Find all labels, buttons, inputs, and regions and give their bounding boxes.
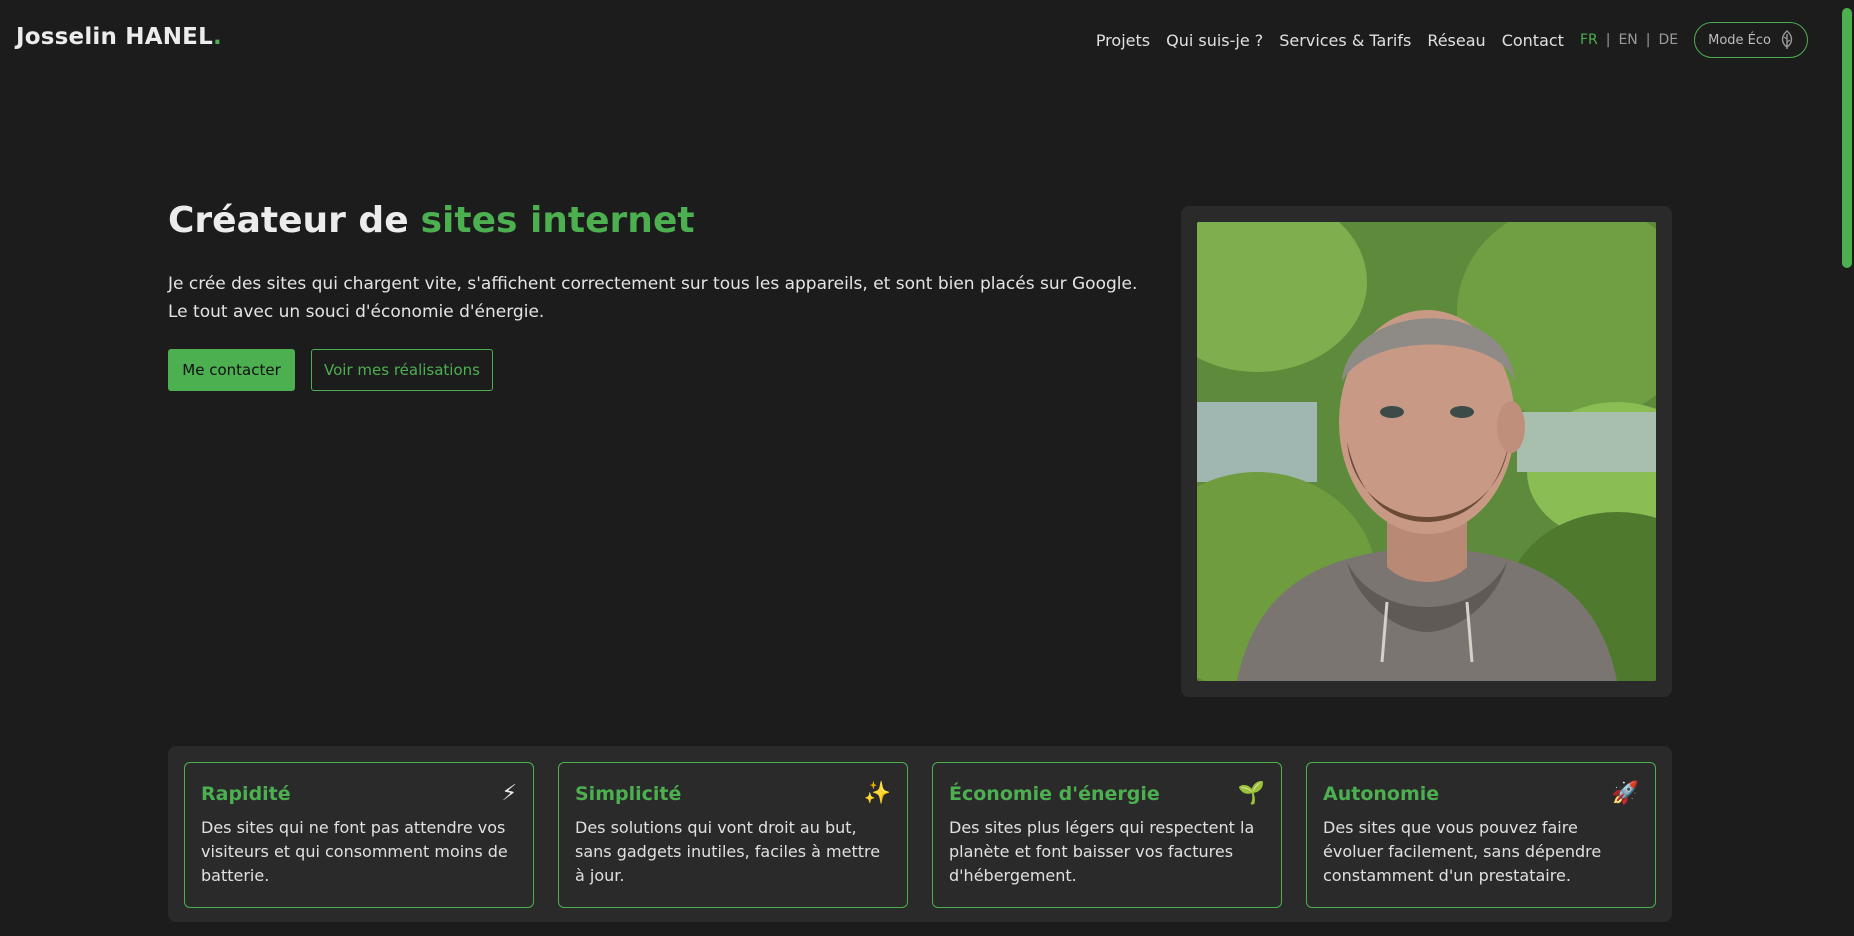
feature-card-economie-energie: Économie d'énergie 🌱 Des sites plus lége… — [932, 762, 1282, 908]
seedling-icon: 🌱 — [1237, 781, 1265, 806]
feature-title: Simplicité — [575, 782, 682, 805]
lang-separator: | — [1645, 32, 1651, 48]
logo-dot: . — [212, 24, 222, 50]
lang-en[interactable]: EN — [1618, 32, 1637, 48]
feature-card-simplicite: Simplicité ✨ Des solutions qui vont droi… — [558, 762, 908, 908]
feature-card-autonomie: Autonomie 🚀 Des sites que vous pouvez fa… — [1306, 762, 1656, 908]
scrollbar[interactable] — [1838, 0, 1854, 936]
portfolio-button[interactable]: Voir mes réalisations — [311, 349, 493, 391]
contact-button[interactable]: Me contacter — [168, 349, 295, 391]
hero-description: Je crée des sites qui chargent vite, s'a… — [168, 274, 1138, 322]
portrait-frame — [1181, 206, 1672, 697]
eco-mode-button[interactable]: Mode Éco — [1694, 22, 1808, 58]
feature-text: Des sites plus légers qui respectent la … — [949, 818, 1255, 885]
leaf-icon — [1781, 30, 1793, 49]
lightning-icon: ⚡ — [501, 781, 517, 806]
feature-text: Des sites qui ne font pas attendre vos v… — [201, 818, 508, 885]
portrait-photo — [1197, 222, 1656, 681]
hero-title-accent: sites internet — [420, 200, 695, 241]
hero-title-prefix: Créateur de — [168, 200, 409, 241]
site-header: Josselin HANEL. Projets Qui suis-je ? Se… — [0, 0, 1838, 80]
nav-link-services-tarifs[interactable]: Services & Tarifs — [1279, 31, 1411, 50]
features-section: Rapidité ⚡ Des sites qui ne font pas att… — [168, 746, 1672, 922]
nav-link-qui-suis-je[interactable]: Qui suis-je ? — [1166, 31, 1263, 50]
lang-separator: | — [1605, 32, 1611, 48]
nav-link-projets[interactable]: Projets — [1096, 31, 1150, 50]
lang-de[interactable]: DE — [1658, 32, 1678, 48]
hero-title: Créateur de sites internet — [168, 200, 695, 241]
lang-fr[interactable]: FR — [1580, 32, 1598, 48]
sparkles-icon: ✨ — [863, 781, 891, 806]
feature-text: Des solutions qui vont droit au but, san… — [575, 818, 881, 885]
eco-mode-label: Mode Éco — [1708, 32, 1771, 48]
main-nav: Projets Qui suis-je ? Services & Tarifs … — [1080, 22, 1808, 58]
logo-text: Josselin HANEL — [16, 24, 213, 50]
nav-link-reseau[interactable]: Réseau — [1427, 31, 1485, 50]
language-switcher: FR | EN | DE — [1580, 32, 1678, 48]
rocket-icon: 🚀 — [1611, 781, 1639, 806]
feature-title: Rapidité — [201, 782, 291, 805]
portrait-illustration — [1197, 222, 1656, 681]
feature-card-rapidite: Rapidité ⚡ Des sites qui ne font pas att… — [184, 762, 534, 908]
nav-link-contact[interactable]: Contact — [1502, 31, 1564, 50]
feature-title: Autonomie — [1323, 782, 1440, 805]
feature-text: Des sites que vous pouvez faire évoluer … — [1323, 818, 1602, 885]
scrollbar-thumb[interactable] — [1842, 8, 1852, 268]
site-logo[interactable]: Josselin HANEL. — [16, 24, 222, 50]
feature-title: Économie d'énergie — [949, 782, 1160, 805]
